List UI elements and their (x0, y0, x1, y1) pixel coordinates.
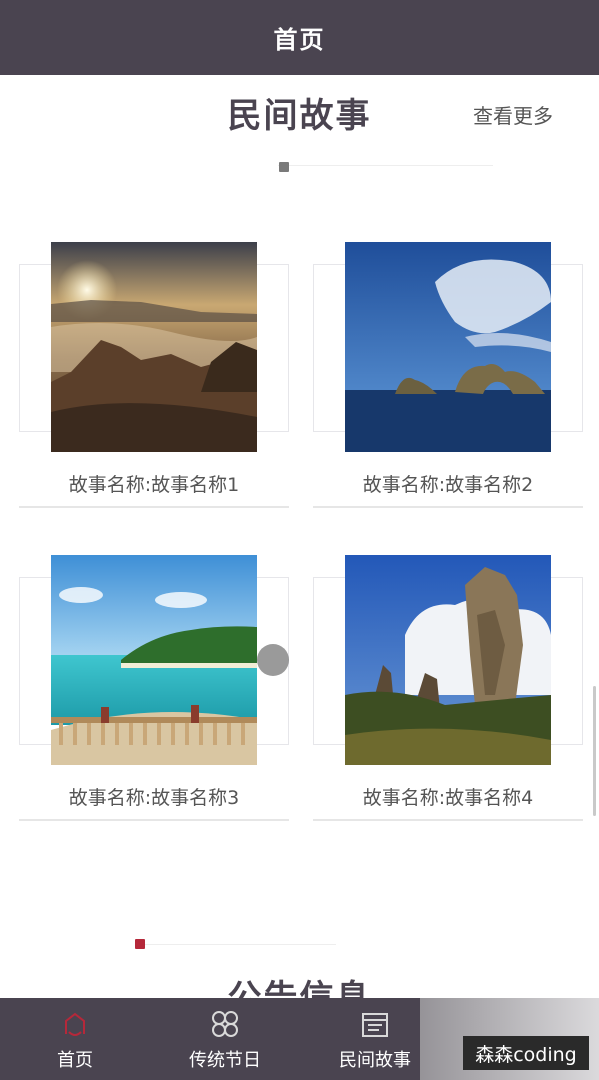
story-card-2[interactable]: 故事名称:故事名称2 (313, 242, 583, 512)
story-image-4[interactable] (345, 555, 551, 765)
story-image-3[interactable] (51, 555, 257, 765)
touch-indicator (257, 644, 289, 676)
story-card-4[interactable]: 故事名称:故事名称4 (313, 555, 583, 825)
section-divider (278, 165, 493, 166)
card-underline (313, 819, 583, 821)
carousel-indicator (135, 939, 145, 949)
page-title: 首页 (273, 26, 326, 54)
carousel-indicator (279, 162, 289, 172)
story-image-1[interactable] (51, 242, 257, 452)
home-icon (59, 1008, 91, 1040)
tab-home[interactable]: 首页 (0, 998, 150, 1080)
page-header: 首页 (0, 0, 599, 75)
tab-label: 首页 (57, 1050, 93, 1071)
grid-icon (209, 1008, 241, 1040)
scrollbar[interactable] (593, 686, 596, 816)
tab-festivals[interactable]: 传统节日 (150, 998, 300, 1080)
story-caption: 故事名称:故事名称1 (68, 474, 240, 496)
story-card-1[interactable]: 故事名称:故事名称1 (19, 242, 289, 512)
card-underline (19, 819, 289, 821)
story-caption: 故事名称:故事名称2 (362, 474, 534, 496)
story-card-3[interactable]: 故事名称:故事名称3 (19, 555, 289, 825)
tab-label: 传统节日 (189, 1050, 261, 1071)
watermark: 森森coding (463, 1036, 589, 1070)
view-more-link[interactable]: 查看更多 (473, 100, 553, 129)
story-caption: 故事名称:故事名称3 (68, 787, 240, 809)
story-image-2[interactable] (345, 242, 551, 452)
card-underline (313, 506, 583, 508)
card-underline (19, 506, 289, 508)
notices-section-title: 公告信息 (227, 978, 372, 1000)
story-caption: 故事名称:故事名称4 (362, 787, 534, 809)
section-divider (136, 944, 336, 945)
calendar-icon (359, 1008, 391, 1040)
